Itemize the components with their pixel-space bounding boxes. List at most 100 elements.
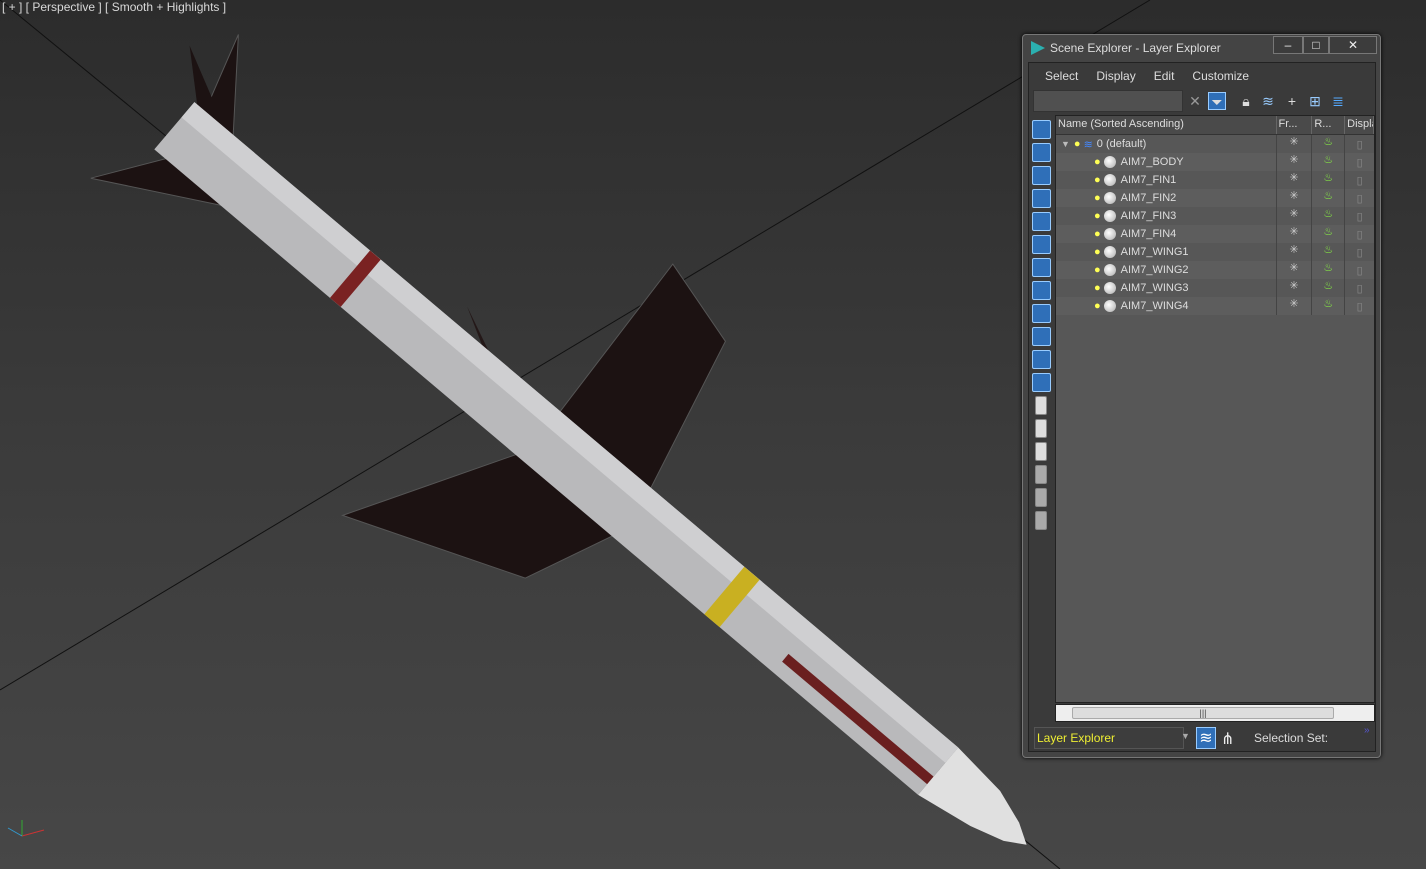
- freeze-icon[interactable]: ✳: [1277, 243, 1313, 261]
- lightbulb-icon[interactable]: ●: [1074, 138, 1081, 150]
- display-spacewarps-icon[interactable]: [1032, 258, 1051, 277]
- object-row[interactable]: ● AIM7_FIN1 ✳ ♨ ▯: [1056, 171, 1374, 189]
- object-row[interactable]: ● AIM7_WING1 ✳ ♨ ▯: [1056, 243, 1374, 261]
- scrollbar-thumb[interactable]: |||: [1072, 707, 1334, 719]
- display-shapes-icon[interactable]: [1032, 166, 1051, 185]
- object-row[interactable]: ● AIM7_WING3 ✳ ♨ ▯: [1056, 279, 1374, 297]
- render-teapot-icon[interactable]: ♨: [1312, 135, 1346, 153]
- render-teapot-icon[interactable]: ♨: [1312, 243, 1346, 261]
- expand-toolbar-icon[interactable]: »: [1364, 725, 1370, 736]
- filter-icon[interactable]: [1035, 465, 1047, 484]
- display-helpers-icon[interactable]: [1032, 235, 1051, 254]
- clear-search-icon[interactable]: ✕: [1186, 92, 1204, 110]
- title-bar[interactable]: Scene Explorer - Layer Explorer ‒ □ ✕: [1023, 35, 1380, 61]
- render-teapot-icon[interactable]: ♨: [1312, 153, 1346, 171]
- display-geometry-icon[interactable]: [1032, 143, 1051, 162]
- add-to-layer-icon[interactable]: +: [1283, 92, 1301, 110]
- freeze-icon[interactable]: ✳: [1277, 171, 1313, 189]
- new-layer-icon[interactable]: ≋: [1259, 92, 1277, 110]
- invert-display-icon[interactable]: [1035, 442, 1047, 461]
- lightbulb-icon[interactable]: ●: [1094, 228, 1101, 240]
- freeze-icon[interactable]: ✳: [1277, 297, 1313, 315]
- column-render[interactable]: R...: [1312, 116, 1346, 134]
- display-icon[interactable]: ▯: [1345, 156, 1374, 169]
- render-teapot-icon[interactable]: ♨: [1312, 225, 1346, 243]
- search-input[interactable]: [1033, 90, 1183, 112]
- object-row[interactable]: ● AIM7_FIN2 ✳ ♨ ▯: [1056, 189, 1374, 207]
- display-icon[interactable]: ▯: [1345, 282, 1374, 295]
- display-icon[interactable]: ▯: [1345, 264, 1374, 277]
- menu-select[interactable]: Select: [1045, 69, 1078, 87]
- layer-row[interactable]: ▼ ● ≋ 0 (default) ✳ ♨ ▯: [1056, 135, 1374, 153]
- render-teapot-icon[interactable]: ♨: [1312, 279, 1346, 297]
- display-cameras-icon[interactable]: [1032, 212, 1051, 231]
- layer-mode-icon[interactable]: ≋: [1196, 727, 1216, 749]
- display-icon[interactable]: ▯: [1345, 174, 1374, 187]
- render-teapot-icon[interactable]: ♨: [1312, 207, 1346, 225]
- object-row[interactable]: ● AIM7_FIN3 ✳ ♨ ▯: [1056, 207, 1374, 225]
- maximize-button[interactable]: □: [1303, 36, 1329, 54]
- lightbulb-icon[interactable]: ●: [1094, 246, 1101, 258]
- filter-options-icon[interactable]: [1035, 488, 1047, 507]
- set-current-layer-icon[interactable]: ≣: [1329, 92, 1347, 110]
- horizontal-scrollbar[interactable]: |||: [1055, 704, 1375, 722]
- display-icon[interactable]: ▯: [1345, 228, 1374, 241]
- lightbulb-icon[interactable]: ●: [1094, 282, 1101, 294]
- lightbulb-icon[interactable]: ●: [1094, 192, 1101, 204]
- app-logo-icon: [1031, 41, 1045, 55]
- object-row[interactable]: ● AIM7_FIN4 ✳ ♨ ▯: [1056, 225, 1374, 243]
- freeze-icon[interactable]: ✳: [1277, 207, 1313, 225]
- column-display[interactable]: Displa: [1345, 116, 1374, 134]
- object-row[interactable]: ● AIM7_WING2 ✳ ♨ ▯: [1056, 261, 1374, 279]
- lightbulb-icon[interactable]: ●: [1094, 210, 1101, 222]
- select-in-layer-icon[interactable]: ⊞: [1306, 92, 1324, 110]
- display-none-filter-icon[interactable]: [1035, 419, 1047, 438]
- freeze-icon[interactable]: ✳: [1277, 225, 1313, 243]
- column-name[interactable]: Name (Sorted Ascending): [1056, 116, 1277, 134]
- display-xrefs-icon[interactable]: [1032, 304, 1051, 323]
- render-teapot-icon[interactable]: ♨: [1312, 171, 1346, 189]
- lightbulb-icon[interactable]: ●: [1094, 174, 1101, 186]
- display-bones-icon[interactable]: [1032, 327, 1051, 346]
- chevron-down-icon[interactable]: ▼: [1181, 731, 1190, 741]
- display-containers-icon[interactable]: [1032, 350, 1051, 369]
- render-teapot-icon[interactable]: ♨: [1312, 189, 1346, 207]
- display-icon[interactable]: ▯: [1345, 246, 1374, 259]
- display-icon[interactable]: ▯: [1345, 300, 1374, 313]
- freeze-icon[interactable]: ✳: [1277, 153, 1313, 171]
- menu-edit[interactable]: Edit: [1154, 69, 1175, 87]
- filter-toggle-icon[interactable]: ⏷: [1208, 92, 1226, 110]
- object-row[interactable]: ● AIM7_WING4 ✳ ♨ ▯: [1056, 297, 1374, 315]
- menu-display[interactable]: Display: [1096, 69, 1135, 87]
- viewport-label[interactable]: [ + ] [ Perspective ] [ Smooth + Highlig…: [2, 0, 226, 14]
- object-row[interactable]: ● AIM7_BODY ✳ ♨ ▯: [1056, 153, 1374, 171]
- display-lights-icon[interactable]: [1032, 189, 1051, 208]
- freeze-icon[interactable]: ✳: [1277, 135, 1313, 153]
- lightbulb-icon[interactable]: ●: [1094, 156, 1101, 168]
- display-none-icon[interactable]: [1032, 120, 1051, 139]
- display-icon[interactable]: ▯: [1345, 210, 1374, 223]
- menu-customize[interactable]: Customize: [1192, 69, 1249, 87]
- explorer-mode-dropdown[interactable]: Layer Explorer: [1034, 727, 1184, 749]
- render-teapot-icon[interactable]: ♨: [1312, 261, 1346, 279]
- display-icon[interactable]: ▯: [1345, 138, 1374, 151]
- lock-icon[interactable]: 🔒︎: [1237, 92, 1255, 110]
- hierarchy-mode-icon[interactable]: ⋔: [1221, 729, 1234, 749]
- freeze-icon[interactable]: ✳: [1277, 279, 1313, 297]
- display-groups-icon[interactable]: [1032, 281, 1051, 300]
- freeze-icon[interactable]: ✳: [1277, 261, 1313, 279]
- expand-icon[interactable]: ▼: [1061, 139, 1070, 149]
- column-frozen[interactable]: Fr...: [1277, 116, 1313, 134]
- lightbulb-icon[interactable]: ●: [1094, 300, 1101, 312]
- missile-model[interactable]: [90, 34, 1027, 845]
- object-sphere-icon: [1103, 192, 1116, 204]
- lightbulb-icon[interactable]: ●: [1094, 264, 1101, 276]
- display-icon[interactable]: ▯: [1345, 192, 1374, 205]
- freeze-icon[interactable]: ✳: [1277, 189, 1313, 207]
- close-button[interactable]: ✕: [1329, 36, 1377, 54]
- display-frozen-icon[interactable]: [1032, 373, 1051, 392]
- filter-settings-icon[interactable]: [1035, 511, 1047, 530]
- render-teapot-icon[interactable]: ♨: [1312, 297, 1346, 315]
- minimize-button[interactable]: ‒: [1273, 36, 1303, 54]
- display-all-icon[interactable]: [1035, 396, 1047, 415]
